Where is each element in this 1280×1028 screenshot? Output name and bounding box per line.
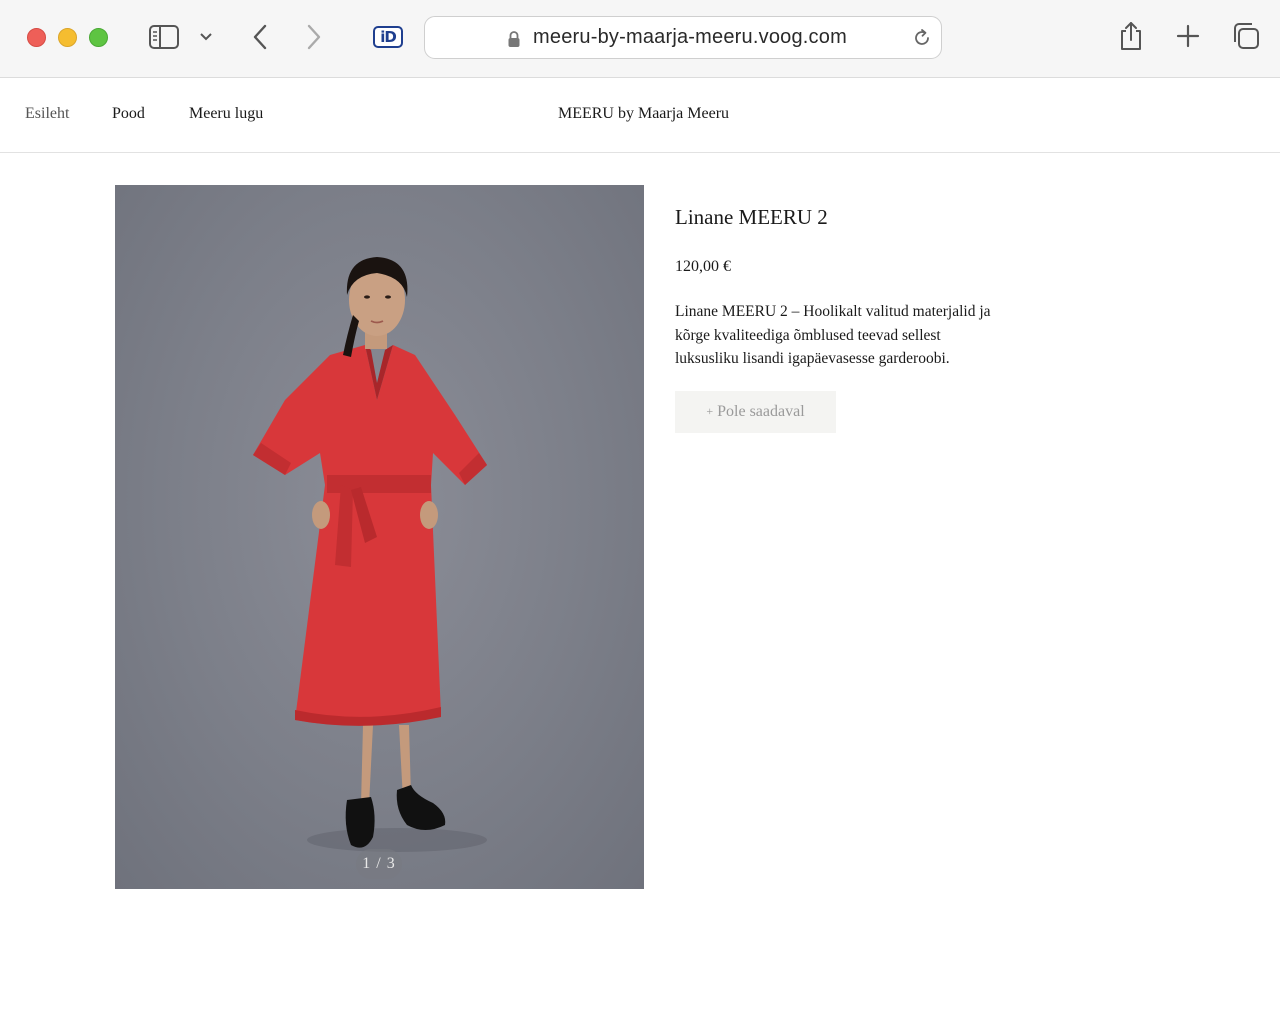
tabs-overview-icon [1234,23,1259,49]
add-to-cart-button-unavailable[interactable]: + Pole saadaval [675,390,836,433]
window-maximize-button[interactable] [89,28,108,47]
product-image[interactable]: 1 / 3 [115,185,644,889]
plus-icon: + [706,404,714,418]
sidebar-menu-button[interactable] [197,28,215,46]
new-tab-button[interactable] [1172,20,1204,52]
id-extension-icon: iD [373,26,403,48]
sidebar-icon [149,25,179,49]
browser-toolbar: iD meeru-by-maarja-meeru.voog.com [0,0,1280,78]
lock-icon [508,31,520,47]
forward-button[interactable] [300,22,328,52]
sidebar-toggle-button[interactable] [146,22,182,52]
url-text[interactable]: meeru-by-maarja-meeru.voog.com [533,26,847,49]
address-bar[interactable]: meeru-by-maarja-meeru.voog.com [424,16,942,59]
product-title: Linane MEERU 2 [675,205,828,229]
back-button[interactable] [246,22,274,52]
chevron-right-icon [307,24,321,50]
chevron-left-icon [253,24,267,50]
window-close-button[interactable] [27,28,46,47]
product-description: Linane MEERU 2 – Hoolikalt valitud mater… [675,303,991,367]
share-button[interactable] [1115,18,1147,54]
site-title[interactable]: MEERU by Maarja Meeru [0,105,1280,123]
chevron-down-icon [200,33,212,41]
tab-overview-button[interactable] [1230,20,1262,52]
product-photo-illustration [253,257,487,852]
product-info: Linane MEERU 2 120,00 € Linane MEERU 2 –… [675,205,1015,433]
site-header: Esileht Pood Meeru lugu MEERU by Maarja … [0,79,1280,153]
extension-button[interactable]: iD [371,24,405,50]
share-icon [1121,22,1141,50]
plus-icon [1176,24,1200,48]
reload-icon[interactable] [911,27,933,49]
window-minimize-button[interactable] [58,28,77,47]
gallery-counter: 1 / 3 [356,849,402,879]
product-price: 120,00 € [675,258,731,275]
button-label: Pole saadaval [717,402,805,420]
